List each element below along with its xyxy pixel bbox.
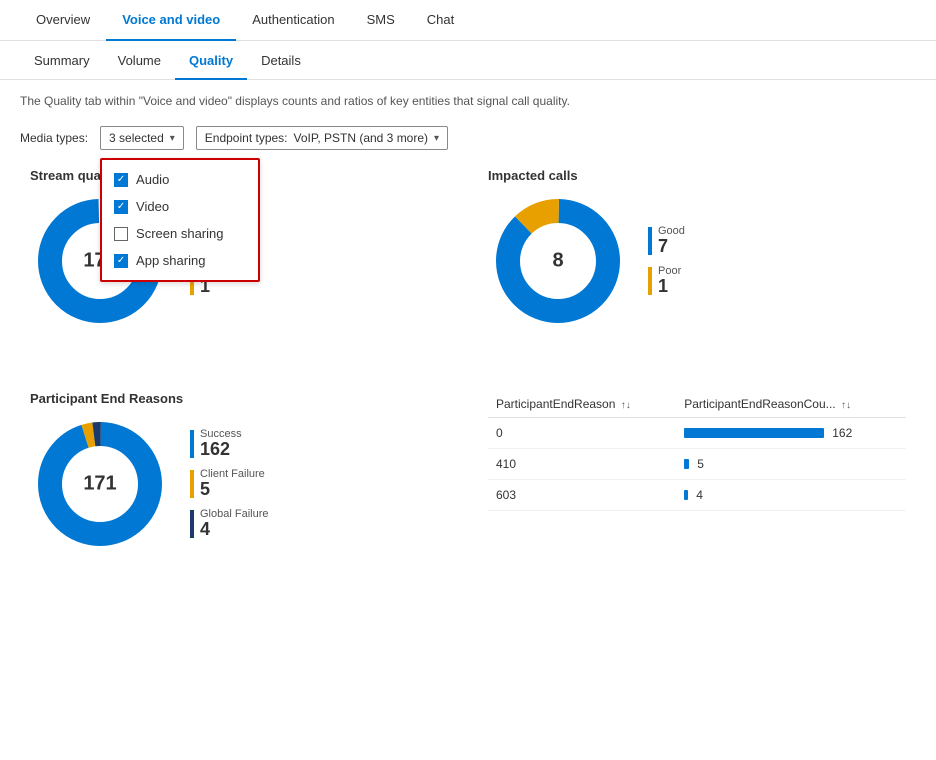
sub-navigation: Summary Volume Quality Details xyxy=(0,43,936,80)
table-header-row: ParticipantEndReason ↑↓ ParticipantEndRe… xyxy=(488,391,906,418)
impacted-calls-total: 8 xyxy=(552,250,563,273)
participant-end-chart-container: 171 Success 162 Client Failure 5 xyxy=(30,414,448,554)
bottom-row: Participant End Reasons 171 Success xyxy=(0,381,936,564)
video-label: Video xyxy=(136,199,169,214)
cell-reason: 603 xyxy=(488,480,676,511)
nav-item-voice-video[interactable]: Voice and video xyxy=(106,0,236,41)
subnav-summary[interactable]: Summary xyxy=(20,43,104,80)
cell-count: 5 xyxy=(676,449,906,480)
per-global-failure-label: Global Failure xyxy=(200,508,268,520)
per-client-failure: Client Failure 5 xyxy=(190,468,268,500)
subnav-quality[interactable]: Quality xyxy=(175,43,247,80)
nav-item-chat[interactable]: Chat xyxy=(411,0,470,41)
bar-cell: 5 xyxy=(684,457,898,471)
media-types-dropdown-button[interactable]: 3 selected ▾ xyxy=(100,126,184,150)
cell-reason: 0 xyxy=(488,418,676,449)
subnav-volume[interactable]: Volume xyxy=(104,43,175,80)
bar-visual xyxy=(684,459,689,469)
chevron-down-icon: ▾ xyxy=(170,133,175,144)
per-global-failure-bar xyxy=(190,510,194,538)
endpoint-chevron-icon: ▾ xyxy=(434,133,439,144)
per-global-failure-value: 4 xyxy=(200,520,268,540)
table-row: 603 4 xyxy=(488,480,906,511)
bar-value: 162 xyxy=(832,426,852,440)
media-types-dropdown-menu: Audio Video Screen sharing App sharing xyxy=(100,158,260,282)
impacted-calls-donut: 8 xyxy=(488,191,628,331)
cell-count: 4 xyxy=(676,480,906,511)
participant-end-legend: Success 162 Client Failure 5 Global Fail… xyxy=(190,428,268,539)
sort-icon-reason: ↑↓ xyxy=(621,400,631,411)
app-sharing-label: App sharing xyxy=(136,253,205,268)
impacted-poor: Poor 1 xyxy=(648,265,685,297)
participant-end-section: Participant End Reasons 171 Success xyxy=(10,381,468,564)
impacted-good-value: 7 xyxy=(658,237,685,257)
dropdown-item-audio[interactable]: Audio xyxy=(102,166,258,193)
bar-value: 4 xyxy=(696,488,703,502)
audio-label: Audio xyxy=(136,172,169,187)
col-reason-header[interactable]: ParticipantEndReason ↑↓ xyxy=(488,391,676,418)
impacted-good-bar xyxy=(648,227,652,255)
nav-item-authentication[interactable]: Authentication xyxy=(236,0,350,41)
per-client-failure-bar xyxy=(190,470,194,498)
media-types-value: 3 selected xyxy=(109,131,164,145)
bar-cell: 4 xyxy=(684,488,898,502)
per-client-failure-value: 5 xyxy=(200,480,265,500)
impacted-calls-chart-container: 8 Good 7 Poor 1 xyxy=(488,191,906,331)
page-description: The Quality tab within "Voice and video"… xyxy=(0,80,936,118)
bar-visual xyxy=(684,428,824,438)
per-success-value: 162 xyxy=(200,440,242,460)
endpoint-label: Endpoint types: xyxy=(205,131,288,145)
participant-end-title: Participant End Reasons xyxy=(30,391,448,406)
impacted-calls-title: Impacted calls xyxy=(488,168,906,183)
screen-sharing-checkbox[interactable] xyxy=(114,227,128,241)
per-success-bar xyxy=(190,430,194,458)
nav-item-overview[interactable]: Overview xyxy=(20,0,106,41)
dropdown-item-app-sharing[interactable]: App sharing xyxy=(102,247,258,274)
video-checkbox[interactable] xyxy=(114,200,128,214)
media-types-label: Media types: xyxy=(20,131,88,145)
participant-end-total: 171 xyxy=(83,473,116,496)
impacted-poor-bar xyxy=(648,267,652,295)
impacted-poor-value: 1 xyxy=(658,277,681,297)
screen-sharing-label: Screen sharing xyxy=(136,226,223,241)
per-global-failure: Global Failure 4 xyxy=(190,508,268,540)
endpoint-types-dropdown-button[interactable]: Endpoint types: VoIP, PSTN (and 3 more) … xyxy=(196,126,448,150)
top-navigation: Overview Voice and video Authentication … xyxy=(0,0,936,41)
dropdown-item-screen-sharing[interactable]: Screen sharing xyxy=(102,220,258,247)
media-types-dropdown-wrapper: 3 selected ▾ Audio Video Screen sharing … xyxy=(100,126,184,150)
app-sharing-checkbox[interactable] xyxy=(114,254,128,268)
table-row: 410 5 xyxy=(488,449,906,480)
nav-item-sms[interactable]: SMS xyxy=(351,0,411,41)
table-row: 0 162 xyxy=(488,418,906,449)
participant-end-table-section: ParticipantEndReason ↑↓ ParticipantEndRe… xyxy=(468,381,926,564)
col-count-header[interactable]: ParticipantEndReasonCou... ↑↓ xyxy=(676,391,906,418)
impacted-calls-section: Impacted calls 8 Good 7 xyxy=(468,158,926,341)
endpoint-value: VoIP, PSTN (and 3 more) xyxy=(294,131,429,145)
audio-checkbox[interactable] xyxy=(114,173,128,187)
participant-end-donut: 171 xyxy=(30,414,170,554)
bar-visual xyxy=(684,490,688,500)
cell-reason: 410 xyxy=(488,449,676,480)
cell-count: 162 xyxy=(676,418,906,449)
per-success: Success 162 xyxy=(190,428,268,460)
impacted-good: Good 7 xyxy=(648,225,685,257)
sort-icon-count: ↑↓ xyxy=(841,400,851,411)
subnav-details[interactable]: Details xyxy=(247,43,315,80)
bar-value: 5 xyxy=(697,457,704,471)
dropdown-item-video[interactable]: Video xyxy=(102,193,258,220)
filter-row: Media types: 3 selected ▾ Audio Video Sc… xyxy=(0,118,936,158)
participant-end-table: ParticipantEndReason ↑↓ ParticipantEndRe… xyxy=(488,391,906,511)
impacted-calls-legend: Good 7 Poor 1 xyxy=(648,225,685,297)
bar-cell: 162 xyxy=(684,426,898,440)
spacer xyxy=(0,341,936,381)
table-body: 0 162 410 5 603 4 xyxy=(488,418,906,511)
